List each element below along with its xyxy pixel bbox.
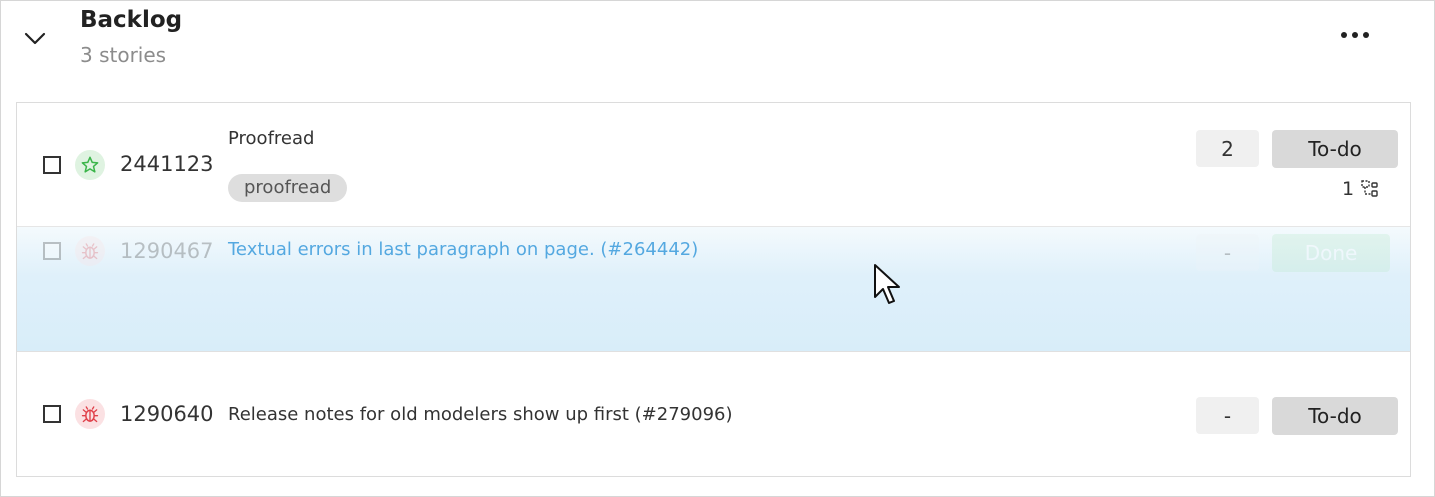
section-title: Backlog bbox=[80, 7, 183, 33]
subtasks-icon bbox=[1361, 180, 1378, 197]
bug-icon bbox=[81, 243, 99, 260]
collapse-button[interactable] bbox=[21, 27, 49, 51]
bug-type-icon bbox=[75, 236, 105, 266]
story-points[interactable]: - bbox=[1196, 397, 1259, 434]
story-tag[interactable]: proofread bbox=[228, 174, 348, 202]
story-checkbox[interactable] bbox=[43, 156, 61, 174]
chevron-down-icon bbox=[24, 32, 46, 45]
status-button[interactable]: To-do bbox=[1272, 130, 1398, 168]
story-title[interactable]: Textual errors in last paragraph on page… bbox=[228, 239, 698, 260]
subtask-count-value: 1 bbox=[1342, 178, 1355, 200]
story-checkbox[interactable] bbox=[43, 405, 61, 423]
backlog-section: Backlog 3 stories 2441123 Proofread proo… bbox=[0, 0, 1435, 497]
story-list: 2441123 Proofread proofread 2 To-do 1 12… bbox=[16, 102, 1411, 477]
story-id: 1290467 bbox=[120, 239, 214, 263]
story-icon bbox=[75, 150, 105, 180]
story-row[interactable]: 2441123 Proofread proofread 2 To-do 1 bbox=[17, 103, 1410, 227]
story-points[interactable]: - bbox=[1196, 234, 1259, 271]
bug-type-icon bbox=[75, 399, 105, 429]
more-options-button[interactable] bbox=[1335, 21, 1375, 49]
story-id: 1290640 bbox=[120, 402, 214, 426]
story-points[interactable]: 2 bbox=[1196, 130, 1259, 167]
subtask-count: 1 bbox=[1342, 178, 1380, 200]
star-icon bbox=[81, 156, 99, 173]
story-title[interactable]: Proofread bbox=[228, 128, 314, 149]
story-title[interactable]: Release notes for old modelers show up f… bbox=[228, 404, 733, 425]
mouse-pointer-icon bbox=[874, 264, 900, 304]
story-row-dragging[interactable]: 1290467 Textual errors in last paragraph… bbox=[17, 227, 1410, 352]
status-button[interactable]: Done bbox=[1272, 234, 1390, 272]
story-row[interactable]: 1290640 Release notes for old modelers s… bbox=[17, 352, 1410, 476]
story-checkbox[interactable] bbox=[43, 242, 61, 260]
story-id: 2441123 bbox=[120, 152, 214, 176]
more-horizontal-icon bbox=[1341, 32, 1369, 38]
status-button[interactable]: To-do bbox=[1272, 397, 1398, 435]
section-story-count: 3 stories bbox=[80, 43, 167, 67]
bug-icon bbox=[81, 406, 99, 423]
